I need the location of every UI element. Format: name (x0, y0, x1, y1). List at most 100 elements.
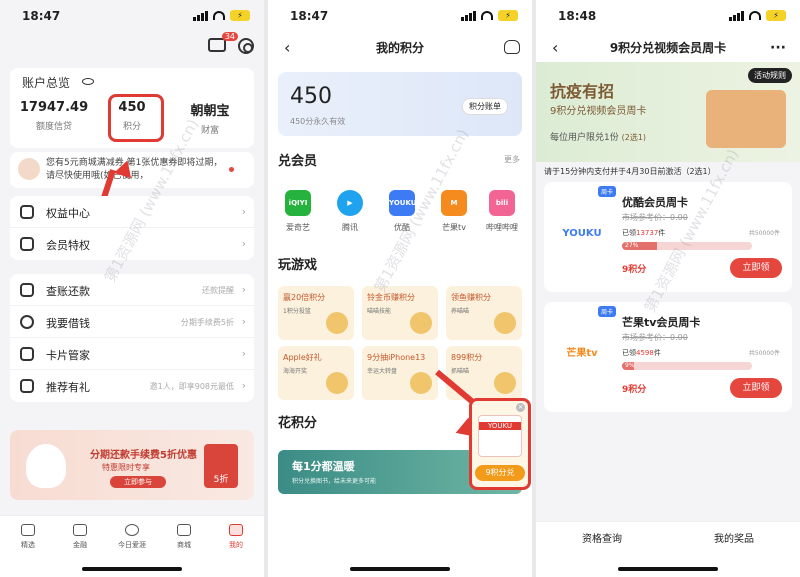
signal-icon (461, 10, 476, 21)
more-link[interactable]: 更多 (504, 154, 520, 165)
account-overview-card: 账户总览 17947.49 额度信贷 450 积分 朝朝宝 财富 (10, 68, 254, 148)
menu-item-bill[interactable]: 查账还款 还款提醒 › (10, 274, 254, 306)
section-spend: 花积分 (278, 416, 318, 431)
promo-title: 分期还款手续费5折优惠 (90, 450, 197, 461)
iqiyi-icon: iQIYI (285, 190, 311, 216)
menu-item-member[interactable]: 会员特权 › (10, 228, 254, 260)
brand-tencent[interactable]: ▶ 腾讯 (330, 190, 370, 233)
tab-mine[interactable]: 我的 (216, 524, 256, 550)
user-icon (20, 237, 34, 251)
eligibility-query-button[interactable]: 资格查询 (536, 530, 668, 545)
progress-bar: 27% (622, 242, 752, 250)
youku-card-image: YOUKU (478, 415, 522, 457)
user-icon (20, 205, 34, 219)
claim-button[interactable]: 立即领 (730, 378, 782, 398)
stat-wealth[interactable]: 朝朝宝 财富 (170, 100, 250, 136)
settings-icon[interactable] (238, 38, 254, 54)
red-envelope-icon: 5折 (204, 444, 238, 488)
hero-limit: 每位用户限兑1份 (2选1) (550, 133, 647, 143)
home-icon (21, 524, 35, 536)
tab-featured[interactable]: 精选 (8, 524, 48, 550)
chevron-right-icon: › (241, 315, 246, 328)
account-title: 账户总览 (22, 76, 71, 90)
points-value: 450 (290, 84, 332, 109)
bag-icon (177, 524, 191, 536)
brand-mango[interactable]: M 芒果tv (434, 190, 474, 233)
tab-mall[interactable]: 商城 (164, 524, 204, 550)
chevron-right-icon: › (241, 283, 246, 296)
chevron-right-icon: › (241, 379, 246, 392)
nav-bar: ‹ 9积分兑视频会员周卡 ··· (536, 34, 800, 62)
more-icon[interactable]: ··· (770, 34, 786, 62)
tab-finance[interactable]: 金融 (60, 524, 100, 550)
back-icon[interactable]: ‹ (284, 34, 290, 62)
battery-icon: ⚡ (230, 10, 250, 21)
tab-today[interactable]: 今日爱涯 (112, 524, 152, 550)
offer-total: 共50000件 (748, 350, 780, 357)
brand-iqiyi[interactable]: iQIYI 爱奇艺 (278, 190, 318, 233)
hero-title: 抗疫有招 (550, 82, 615, 101)
points-ledger-button[interactable]: 积分账单 (462, 98, 508, 115)
mango-tv-icon: 芒果tv (566, 348, 598, 359)
message-icon[interactable]: 34 (208, 32, 238, 52)
menu-item-borrow[interactable]: 我要借钱 分期手续费5折 › (10, 306, 254, 338)
brand-youku[interactable]: YOUKU 优酷 (382, 190, 422, 233)
tag-badge: 周卡 (598, 186, 617, 197)
panel-points: 18:47 ⚡ ‹ 我的积分 450 450分永久有效 积分账单 兑会员 更多 … (268, 0, 532, 577)
nav-bar: ‹ 我的积分 (268, 34, 532, 62)
wifi-icon (749, 11, 761, 20)
cat-icon[interactable] (504, 40, 520, 54)
youku-float-widget[interactable]: × YOUKU 9积分兑 (469, 398, 531, 490)
stat-credit[interactable]: 17947.49 额度信贷 (14, 100, 94, 132)
offer-price: 9积分 (622, 265, 647, 275)
redeem-button[interactable]: 9积分兑 (475, 465, 525, 481)
offer-claimed: 已领13737件 (622, 229, 666, 237)
brand-bilibili[interactable]: bili 哔哩哔哩 (482, 190, 522, 233)
close-icon[interactable]: × (516, 403, 525, 412)
menu-item-cards[interactable]: 卡片管家 › (10, 338, 254, 370)
youku-icon: YOUKU (562, 228, 602, 239)
home-indicator (350, 567, 450, 571)
money-icon (20, 315, 34, 329)
hero-subtitle: 9积分兑视频会员周卡 (550, 106, 647, 117)
progress-fill: 9% (622, 362, 635, 370)
status-time: 18:47 (290, 9, 329, 23)
back-icon[interactable]: ‹ (552, 34, 558, 62)
eye-icon[interactable] (82, 78, 94, 85)
message-badge: 34 (221, 32, 238, 41)
claim-button[interactable]: 立即领 (730, 258, 782, 278)
offer-card-mango: 芒果tv 周卡 芒果tv会员周卡 市场参考价：0.00 已领4598件 共500… (544, 302, 792, 412)
page-title: 我的积分 (375, 41, 424, 55)
menu-item-rights[interactable]: 权益中心 › (10, 196, 254, 228)
wallet-icon (20, 347, 34, 361)
status-bar: 18:47 ⚡ (0, 0, 264, 34)
today-icon (125, 524, 139, 536)
chevron-right-icon: › (241, 205, 246, 218)
profile-icon (229, 524, 243, 536)
banner-title: 每1分都温暖 (292, 460, 355, 473)
section-games: 玩游戏 (278, 258, 318, 273)
finance-icon (73, 524, 87, 536)
game-card[interactable]: Apple好礼 海海开奖 (278, 346, 354, 400)
promo-banner[interactable]: 分期还款手续费5折优惠 特惠限时专享 立即参与 5折 (10, 430, 254, 500)
tencent-video-icon: ▶ (337, 190, 363, 216)
battery-icon: ⚡ (766, 10, 786, 21)
home-indicator (82, 567, 182, 571)
bilibili-icon: bili (489, 190, 515, 216)
status-bar: 18:48 ⚡ (536, 0, 800, 34)
offer-card-youku: YOUKU 周卡 优酷会员周卡 市场参考价：0.00 已领13737件 共500… (544, 182, 792, 292)
menu-item-refer[interactable]: 推荐有礼 邀1人，即享908元最低 › (10, 370, 254, 402)
promo-button[interactable]: 立即参与 (110, 476, 166, 488)
game-icon (494, 372, 516, 394)
rules-button[interactable]: 活动规则 (748, 68, 792, 83)
game-card[interactable]: 领鱼赚积分 养喵喵 (446, 286, 522, 340)
notice-text: 您有5元商城满减券 第1张优惠券即将过期，请尽快使用哦(如已使用， (46, 158, 223, 181)
signal-icon (193, 10, 208, 21)
game-card[interactable]: 9分抽iPhone13 幸运大转盘 (362, 346, 438, 400)
game-icon (326, 312, 348, 334)
my-prizes-button[interactable]: 我的奖品 (668, 530, 800, 545)
promo-sub: 特惠限时专享 (102, 463, 150, 472)
offer-claimed: 已领4598件 (622, 349, 661, 357)
game-card[interactable]: 赢20倍积分 1积分投篮 (278, 286, 354, 340)
game-card[interactable]: 铃金币赚积分 喵喵技能 (362, 286, 438, 340)
